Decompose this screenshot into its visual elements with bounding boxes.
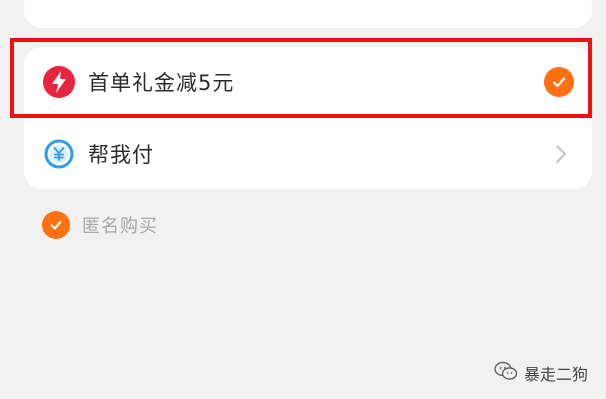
watermark-text: 暴走二狗 [523,365,588,384]
watermark: 暴走二狗 [494,360,588,386]
pay-for-me-option-label: 帮我付 [88,143,154,167]
coupon-selected-check-icon[interactable] [544,67,574,97]
anonymous-check-icon[interactable] [42,211,70,239]
coupon-option-row[interactable]: 首单礼金减5元 [24,47,592,117]
previous-card [24,0,592,28]
yen-coin-icon [42,137,76,171]
coupon-option-label: 首单礼金减5元 [88,71,235,95]
wechat-icon [494,360,518,386]
lightning-icon [42,65,76,99]
chevron-right-icon [552,141,570,167]
pay-for-me-option-row[interactable]: 帮我付 [24,119,592,189]
anonymous-purchase-row[interactable]: 匿名购买 [42,210,158,240]
payment-options-card: 首单礼金减5元 帮我付 [24,47,592,189]
anonymous-purchase-label: 匿名购买 [82,216,158,237]
